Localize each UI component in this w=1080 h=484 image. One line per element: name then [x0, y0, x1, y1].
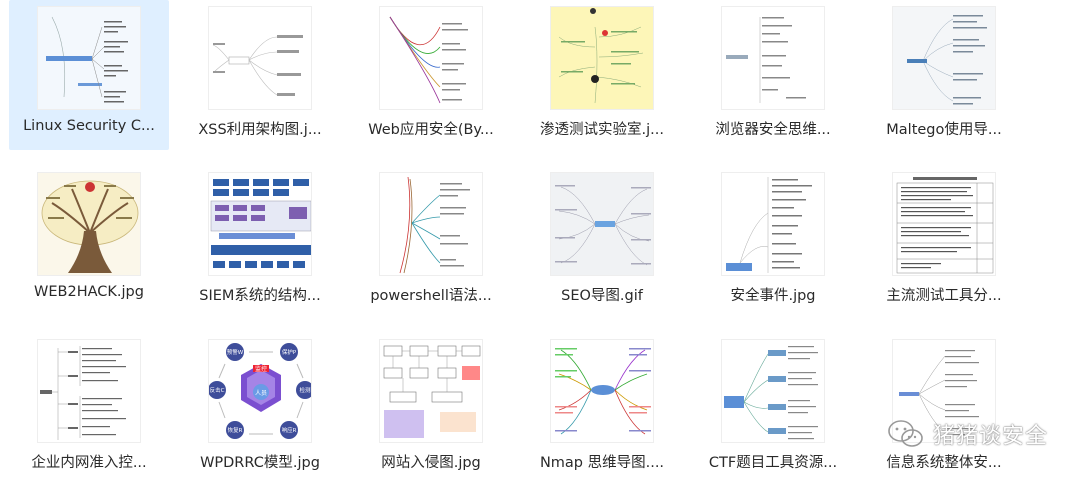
- file-name: Linux Security C...: [23, 118, 155, 134]
- file-name: powershell语法...: [370, 288, 492, 304]
- file-thumbnail: [379, 339, 483, 443]
- file-name: XSS利用架构图.j...: [198, 122, 322, 138]
- wpdrrc-model-icon: 监控 人员 预警W 保护P 检测 响应R 恢复R 反击C: [209, 340, 311, 442]
- file-name: WPDRRC模型.jpg: [200, 455, 320, 471]
- file-name: 安全事件.jpg: [730, 288, 816, 304]
- file-thumbnail: [37, 339, 141, 443]
- file-name: 信息系统整体安...: [886, 455, 1002, 471]
- file-item[interactable]: SEO导图.gif: [522, 166, 682, 316]
- file-item[interactable]: 信息系统整体安...: [864, 333, 1024, 483]
- file-item[interactable]: Web应用安全(By...: [351, 0, 511, 150]
- mindmap-web-security-icon: [380, 7, 482, 109]
- mindmap-browser-icon: [722, 7, 824, 109]
- file-thumbnail: [37, 6, 141, 110]
- mindmap-intranet-icon: [38, 340, 140, 442]
- file-thumbnail: [37, 172, 141, 276]
- file-thumbnail: [208, 6, 312, 110]
- file-thumbnail: [550, 6, 654, 110]
- mindmap-events-icon: [722, 173, 824, 275]
- file-item[interactable]: Maltego使用导...: [864, 0, 1024, 150]
- tree-diagram-icon: [38, 173, 140, 275]
- file-item[interactable]: WEB2HACK.jpg: [9, 166, 169, 316]
- file-thumbnail: [379, 172, 483, 276]
- mindmap-xss-icon: [209, 7, 311, 109]
- wpdrrc-node: 反击C: [210, 386, 225, 394]
- file-item[interactable]: 主流测试工具分...: [864, 166, 1024, 316]
- file-item[interactable]: CTF题目工具资源...: [693, 333, 853, 483]
- mindmap-seo-icon: [551, 173, 653, 275]
- file-thumbnail: [721, 6, 825, 110]
- wpdrrc-node: 预警W: [227, 348, 244, 356]
- file-name: SIEM系统的结构...: [199, 288, 321, 304]
- file-item[interactable]: 监控 人员 预警W 保护P 检测 响应R 恢复R 反击C WPDRRC模型.jp…: [180, 333, 340, 483]
- watermark: 猪猪谈安全: [887, 418, 1048, 450]
- file-name: 企业内网准入控...: [31, 455, 147, 471]
- file-thumbnail: [550, 172, 654, 276]
- file-name: WEB2HACK.jpg: [34, 284, 144, 300]
- file-item[interactable]: 网站入侵图.jpg: [351, 333, 511, 483]
- wpdrrc-center-bottom: 人员: [255, 390, 267, 397]
- siem-architecture-icon: [209, 173, 311, 275]
- file-thumbnail: [208, 172, 312, 276]
- file-thumbnail: [721, 172, 825, 276]
- file-item[interactable]: 渗透测试实验室.j...: [522, 0, 682, 150]
- file-name: Web应用安全(By...: [368, 122, 494, 138]
- wpdrrc-node: 响应R: [282, 426, 297, 434]
- file-thumbnail: [550, 339, 654, 443]
- file-name: 浏览器安全思维...: [715, 122, 831, 138]
- mindmap-light-blue-icon: [38, 7, 140, 109]
- file-name: Nmap 思维导图....: [539, 455, 665, 471]
- file-item[interactable]: XSS利用架构图.j...: [180, 0, 340, 150]
- wpdrrc-node: 恢复R: [228, 426, 243, 434]
- file-item[interactable]: Linux Security C...: [9, 0, 169, 150]
- file-thumbnail: [892, 172, 996, 276]
- mindmap-maltego-icon: [893, 7, 995, 109]
- file-item[interactable]: powershell语法...: [351, 166, 511, 316]
- file-name: 主流测试工具分...: [886, 288, 1002, 304]
- file-name: Maltego使用导...: [886, 122, 1002, 138]
- mindmap-yellow-icon: [551, 7, 653, 109]
- file-item[interactable]: 企业内网准入控...: [9, 333, 169, 483]
- wpdrrc-node: 保护P: [282, 348, 297, 356]
- mindmap-powershell-icon: [380, 173, 482, 275]
- mindmap-ctf-icon: [722, 340, 824, 442]
- file-item[interactable]: Nmap 思维导图....: [522, 333, 682, 483]
- file-name: SEO导图.gif: [561, 288, 643, 304]
- file-grid: Linux Security C... XSS利用架构图.j... Web应用安…: [0, 0, 1080, 484]
- file-item[interactable]: 安全事件.jpg: [693, 166, 853, 316]
- file-thumbnail: [379, 6, 483, 110]
- wpdrrc-center-top: 监控: [255, 365, 267, 373]
- mindmap-nmap-icon: [551, 340, 653, 442]
- flowchart-intrusion-icon: [380, 340, 482, 442]
- watermark-text: 猪猪谈安全: [932, 424, 1048, 449]
- wpdrrc-node: 检测: [299, 386, 311, 394]
- file-thumbnail: [892, 6, 996, 110]
- file-name: CTF题目工具资源...: [708, 455, 838, 471]
- file-name: 网站入侵图.jpg: [381, 455, 481, 471]
- file-name: 渗透测试实验室.j...: [540, 122, 664, 138]
- table-document-icon: [893, 173, 995, 275]
- file-thumbnail: 监控 人员 预警W 保护P 检测 响应R 恢复R 反击C: [208, 339, 312, 443]
- file-item[interactable]: SIEM系统的结构...: [180, 166, 340, 316]
- file-thumbnail: [721, 339, 825, 443]
- file-item[interactable]: 浏览器安全思维...: [693, 0, 853, 150]
- wechat-icon: [888, 420, 923, 447]
